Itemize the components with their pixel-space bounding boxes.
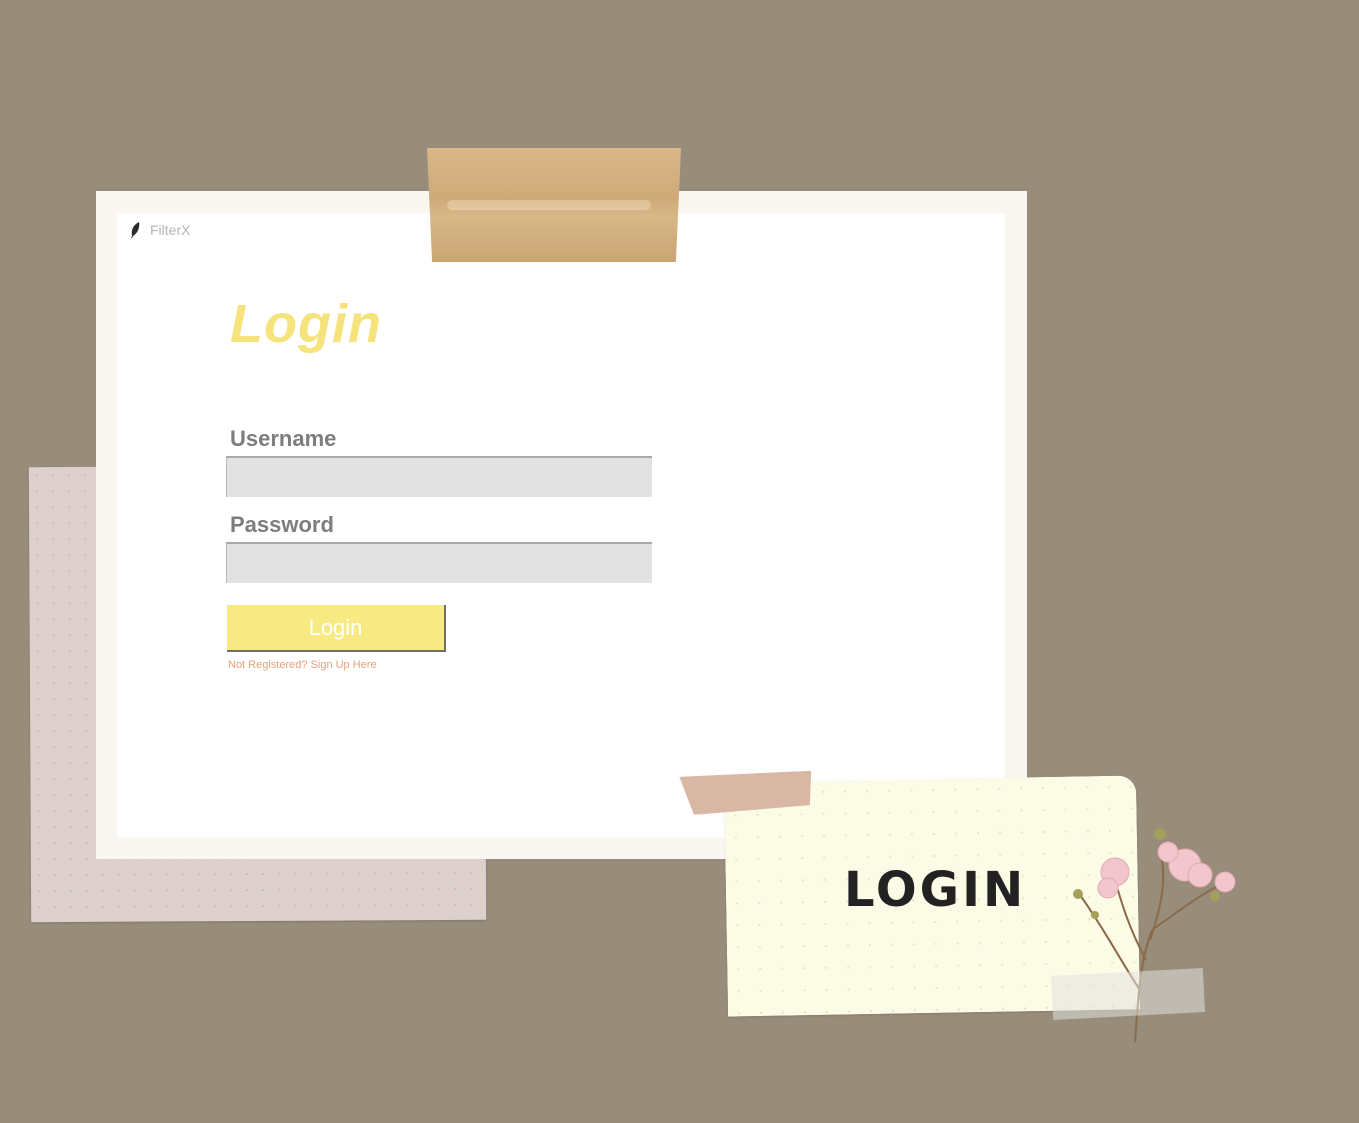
app-title: FilterX: [150, 222, 191, 238]
password-input[interactable]: [226, 542, 652, 583]
clear-tape-decoration: [1050, 968, 1206, 1020]
username-label: Username: [230, 426, 337, 451]
login-window: FilterX Login Username Password Login No…: [117, 213, 1005, 837]
note-text: LOGIN: [844, 862, 1027, 918]
password-label: Password: [230, 512, 334, 537]
login-button[interactable]: Login: [227, 605, 446, 652]
page-title: Login: [230, 294, 382, 354]
username-input[interactable]: [226, 456, 652, 497]
tape-decoration: [427, 148, 681, 262]
feather-icon: [131, 222, 140, 238]
signup-link[interactable]: Not Registered? Sign Up Here: [228, 659, 377, 671]
